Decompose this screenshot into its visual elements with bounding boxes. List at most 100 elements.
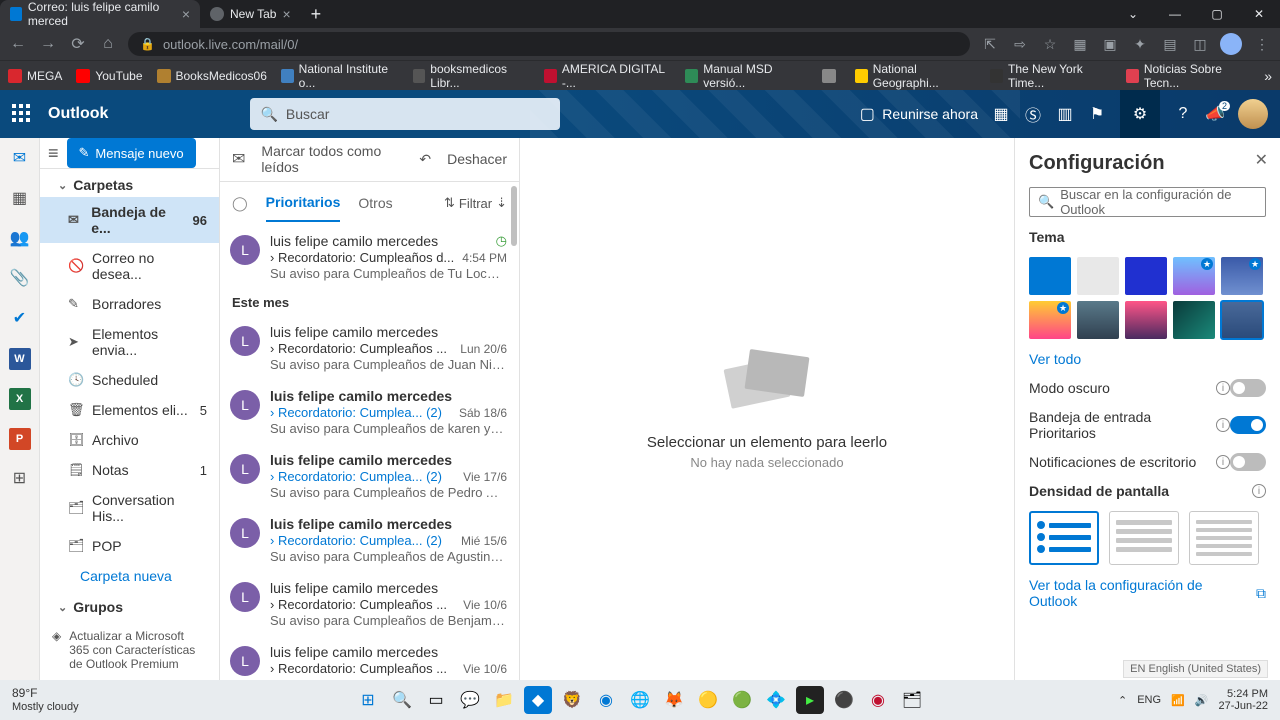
message-item[interactable]: Lluis felipe camilo mercedes› Recordator… — [220, 572, 519, 636]
bookmark-item[interactable]: AMERICA DIGITAL -... — [544, 62, 671, 90]
files-icon[interactable]: 📎 — [9, 268, 31, 290]
mail-icon[interactable]: ✉ — [9, 148, 31, 170]
tab-close-icon[interactable]: × — [182, 6, 190, 22]
more-apps-icon[interactable]: ⊞ — [9, 468, 31, 490]
density-compact[interactable] — [1189, 511, 1259, 565]
tab-close-icon[interactable]: × — [282, 6, 290, 22]
ext-icon[interactable]: ▦ — [1070, 34, 1090, 54]
theme-swatch[interactable] — [1125, 257, 1167, 295]
forward-icon[interactable]: → — [38, 35, 58, 53]
hamburger-icon[interactable]: ≡ — [48, 143, 59, 164]
theme-swatch[interactable] — [1077, 257, 1119, 295]
folder-item[interactable]: ✎Borradores — [40, 289, 219, 319]
info-icon[interactable]: i — [1252, 484, 1266, 498]
tab-other[interactable]: Otros — [358, 185, 392, 221]
star-icon[interactable]: ☆ — [1040, 34, 1060, 54]
message-item[interactable]: Lluis felipe camilo mercedes› Recordator… — [220, 316, 519, 380]
search-icon[interactable]: 🔍 — [388, 686, 416, 714]
reload-icon[interactable]: ⟳ — [68, 34, 88, 54]
terminal-icon[interactable]: ▸ — [796, 686, 824, 714]
bookmark-item[interactable]: The New York Time... — [990, 62, 1112, 90]
select-all-icon[interactable]: ◯ — [232, 195, 248, 212]
start-icon[interactable]: ⊞ — [354, 686, 382, 714]
folder-item[interactable]: 🚫Correo no desea... — [40, 243, 219, 289]
profile-avatar[interactable] — [1220, 33, 1242, 55]
folder-item[interactable]: 🗂POP — [40, 531, 219, 561]
taskview-icon[interactable]: ▭ — [422, 686, 450, 714]
excel-icon[interactable]: X — [9, 388, 31, 410]
app-icon[interactable]: 🟢 — [728, 686, 756, 714]
bookmark-item[interactable]: Noticias Sobre Tecn... — [1126, 62, 1250, 90]
help-icon[interactable]: ? — [1174, 105, 1192, 123]
folder-item[interactable]: ➤Elementos envia... — [40, 319, 219, 365]
send-icon[interactable]: ⇨ — [1010, 34, 1030, 54]
message-item[interactable]: Lluis felipe camilo mercedes› Recordator… — [220, 444, 519, 508]
density-full[interactable] — [1029, 511, 1099, 565]
search-input[interactable]: 🔍 Buscar — [250, 98, 560, 130]
app-icon[interactable]: ⚫ — [830, 686, 858, 714]
info-icon[interactable]: i — [1216, 418, 1230, 432]
folders-section-header[interactable]: ⌄Carpetas — [40, 169, 219, 197]
view-all-settings-link[interactable]: Ver toda la configuración de Outlook ⧉ — [1029, 577, 1266, 609]
skype-icon[interactable]: Ⓢ — [1024, 105, 1042, 123]
edge-icon[interactable]: ◉ — [592, 686, 620, 714]
browser-tab-active[interactable]: Correo: luis felipe camilo merced × — [0, 0, 200, 28]
grid-icon[interactable]: ▦ — [992, 105, 1010, 123]
dark-mode-toggle[interactable] — [1230, 379, 1266, 397]
bookmark-item[interactable]: National Geographi... — [855, 62, 976, 90]
bookmark-item[interactable] — [822, 62, 841, 90]
premium-upsell[interactable]: ◈ Actualizar a Microsoft 365 con Caracte… — [40, 619, 219, 680]
scrollbar-thumb[interactable] — [511, 186, 517, 246]
maximize-icon[interactable]: ▢ — [1196, 0, 1238, 28]
address-bar[interactable]: 🔒 outlook.live.com/mail/0/ — [128, 32, 970, 56]
clock[interactable]: 5:24 PM 27-Jun-22 — [1218, 688, 1268, 712]
folder-item[interactable]: 🗄Archivo — [40, 425, 219, 455]
settings-search-input[interactable]: 🔍 Buscar en la configuración de Outlook — [1029, 187, 1266, 217]
message-item[interactable]: Lluis felipe camilo mercedes› Recordator… — [220, 508, 519, 572]
folder-item[interactable]: ✉Bandeja de e...96 — [40, 197, 219, 243]
message-item[interactable]: Lluis felipe camilo mercedes› Recordator… — [220, 636, 519, 680]
app-launcher-icon[interactable] — [12, 104, 32, 124]
bookmark-item[interactable]: YouTube — [76, 62, 142, 90]
message-item[interactable]: Lluis felipe camilo mercedes◷› Recordato… — [220, 225, 519, 289]
folder-item[interactable]: 🗑Elementos eli...5 — [40, 395, 219, 425]
bookmark-item[interactable]: booksmedicos Libr... — [413, 62, 531, 90]
close-icon[interactable]: ✕ — [1238, 0, 1280, 28]
app-icon[interactable]: 💠 — [762, 686, 790, 714]
browser-tab[interactable]: New Tab × — [200, 0, 301, 28]
chrome-icon[interactable]: 🟡 — [694, 686, 722, 714]
close-icon[interactable]: ✕ — [1255, 150, 1268, 170]
language-indicator[interactable]: EN English (United States) — [1123, 660, 1268, 678]
calendar-icon[interactable]: ▥ — [1056, 105, 1074, 123]
undo-button[interactable]: Deshacer — [447, 151, 507, 167]
calendar-icon[interactable]: ▦ — [9, 188, 31, 210]
megaphone-icon[interactable]: 📣 — [1206, 105, 1224, 123]
density-medium[interactable] — [1109, 511, 1179, 565]
menu-icon[interactable]: ⋮ — [1252, 34, 1272, 54]
theme-swatch[interactable] — [1221, 257, 1263, 295]
bookmarks-overflow-icon[interactable]: » — [1264, 68, 1272, 84]
settings-icon[interactable]: ⚙ — [1120, 90, 1160, 138]
theme-swatch[interactable] — [1029, 257, 1071, 295]
wifi-icon[interactable]: 📶 — [1171, 694, 1185, 707]
bookmark-item[interactable]: BooksMedicos06 — [157, 62, 267, 90]
theme-swatch[interactable] — [1173, 257, 1215, 295]
explorer-icon[interactable]: 📁 — [490, 686, 518, 714]
word-icon[interactable]: W — [9, 348, 31, 370]
todo-icon[interactable]: ✔ — [9, 308, 31, 330]
info-icon[interactable]: i — [1216, 455, 1230, 469]
meet-now-button[interactable]: ▢ Reunirse ahora — [858, 105, 978, 123]
folder-item[interactable]: 🗂Conversation His... — [40, 485, 219, 531]
filter-button[interactable]: ⇅Filtrar⇣ — [444, 195, 507, 211]
info-icon[interactable]: i — [1216, 381, 1230, 395]
volume-icon[interactable]: 🔊 — [1195, 694, 1209, 707]
extensions-icon[interactable]: ✦ — [1130, 34, 1150, 54]
people-icon[interactable]: 👥 — [9, 228, 31, 250]
theme-swatch[interactable] — [1125, 301, 1167, 339]
app-icon[interactable]: 🦁 — [558, 686, 586, 714]
chevron-down-icon[interactable]: ⌄ — [1112, 0, 1154, 28]
groups-section-header[interactable]: ⌄Grupos — [40, 591, 219, 619]
bookmark-item[interactable]: National Institute o... — [281, 62, 399, 90]
sidepanel-icon[interactable]: ◫ — [1190, 34, 1210, 54]
theme-swatch[interactable] — [1221, 301, 1263, 339]
